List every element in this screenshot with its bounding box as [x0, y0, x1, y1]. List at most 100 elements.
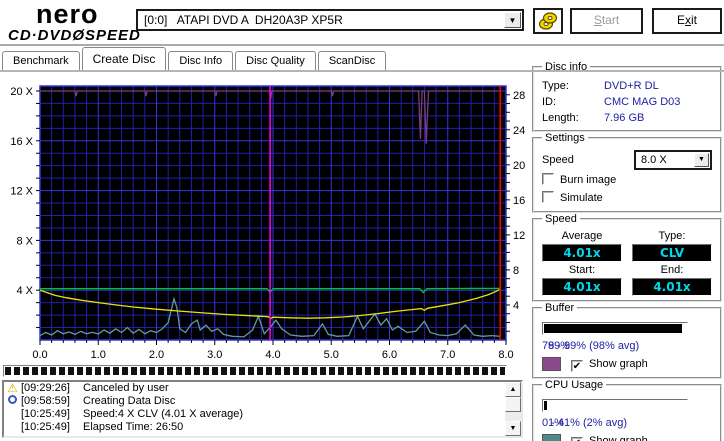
group-title: CPU Usage: [542, 379, 606, 391]
svg-text:1.0: 1.0: [91, 349, 106, 361]
svg-text:2.0: 2.0: [149, 349, 164, 361]
cpu-meter-fill: [544, 401, 547, 410]
start-speed-display: 4.01x: [542, 278, 622, 296]
chevron-down-icon[interactable]: ▼: [694, 153, 709, 167]
log-time: [10:25:49]: [21, 421, 83, 434]
svg-text:8: 8: [513, 265, 519, 277]
svg-text:8 X: 8 X: [16, 235, 33, 247]
cpu-usage-group: CPU Usage 1% 0 - 41% (2% avg) Show graph: [532, 384, 722, 441]
disc-id-label: ID:: [542, 94, 604, 110]
tab-scandisc[interactable]: ScanDisc: [318, 51, 386, 70]
svg-text:5.0: 5.0: [324, 349, 339, 361]
svg-text:3.0: 3.0: [207, 349, 222, 361]
write-progress-fill: [5, 367, 505, 375]
speed-select-value: 8.0 X: [636, 152, 694, 168]
simulate-label: Simulate: [560, 192, 603, 204]
header-divider: [0, 44, 724, 46]
log-text: Canceled by user: [83, 382, 169, 395]
chevron-down-icon[interactable]: ▼: [504, 12, 521, 28]
svg-text:4: 4: [513, 300, 519, 312]
svg-text:16: 16: [513, 195, 525, 207]
buffer-color-swatch: [542, 357, 561, 371]
tab-benchmark[interactable]: Benchmark: [2, 51, 80, 70]
eject-discs-button[interactable]: [533, 8, 563, 34]
status-log-list[interactable]: ⚠ [09:29:26] Canceled by user [09:58:59]…: [2, 380, 523, 438]
buffer-group: Buffer 99% 78 - 99% (98% avg) Show graph: [532, 307, 722, 379]
buffer-meter-fill: [544, 324, 682, 333]
buffer-show-graph-checkbox[interactable]: [571, 360, 583, 372]
average-label: Average: [542, 230, 622, 242]
end-speed-display: 4.01x: [632, 278, 712, 296]
group-title: Settings: [542, 132, 588, 144]
cpu-color-swatch: [542, 434, 561, 441]
disc-type-value: DVD+R DL: [604, 78, 659, 94]
speed-setting-label: Speed: [542, 152, 634, 168]
svg-text:4.0: 4.0: [265, 349, 280, 361]
log-scrollbar[interactable]: ▲ ▼: [505, 382, 521, 436]
log-text: Speed:4 X CLV (4.01 X average): [83, 408, 243, 421]
drive-select[interactable]: [0:0] ATAPI DVD A DH20A3P XP5R ▼: [136, 9, 524, 31]
log-text: Creating Data Disc: [83, 395, 175, 408]
log-time: [10:25:49]: [21, 408, 83, 421]
disc-length-value: 7.96 GB: [604, 110, 644, 126]
speed-select[interactable]: 8.0 X ▼: [634, 150, 712, 170]
log-row[interactable]: [10:25:49] Elapsed Time: 26:50: [4, 421, 521, 434]
settings-group: Settings Speed 8.0 X ▼ Burn image Simula…: [532, 137, 722, 213]
group-title: Speed: [542, 213, 580, 225]
write-progress-bar: [3, 365, 507, 377]
svg-text:24: 24: [513, 125, 525, 137]
disc-length-label: Length:: [542, 110, 604, 126]
cpu-meter: [542, 399, 688, 412]
tab-disc-quality[interactable]: Disc Quality: [235, 51, 316, 70]
svg-text:0.0: 0.0: [32, 349, 47, 361]
cpu-show-graph-checkbox[interactable]: [571, 437, 583, 441]
speed-type-display: CLV: [632, 244, 712, 262]
log-row[interactable]: [10:25:49] Speed:4 X CLV (4.01 X average…: [4, 408, 521, 421]
disc-info-group: Disc info Type:DVD+R DL ID:CMC MAG D03 L…: [532, 66, 722, 132]
svg-text:20: 20: [513, 160, 525, 172]
svg-text:12: 12: [513, 230, 525, 242]
log-time: [09:58:59]: [21, 395, 83, 408]
log-row[interactable]: [09:58:59] Creating Data Disc: [4, 395, 521, 408]
start-speed-label: Start:: [542, 264, 622, 276]
disc-status-icon: [8, 395, 17, 404]
exit-button[interactable]: Exit: [652, 8, 722, 34]
svg-text:20 X: 20 X: [10, 86, 33, 98]
buffer-meter: [542, 322, 688, 335]
cpu-range: 0 - 41% (2% avg): [542, 414, 712, 432]
scrollbar-thumb[interactable]: [505, 397, 521, 412]
side-panel: Disc info Type:DVD+R DL ID:CMC MAG D03 L…: [532, 66, 722, 441]
burn-speed-graph: 20 X 16 X 12 X 8 X 4 X 28 24 20 16 12 8 4 0.0 1.0 2.0 3…: [0, 72, 530, 364]
log-time: [09:29:26]: [21, 382, 83, 395]
discs-icon: [537, 11, 559, 31]
group-title: Buffer: [542, 302, 577, 314]
buffer-show-graph-label: Show graph: [589, 358, 648, 370]
scroll-down-icon[interactable]: ▼: [505, 421, 521, 436]
buffer-range: 78 - 99% (98% avg): [542, 337, 712, 355]
tab-bar: Benchmark Create Disc Disc Info Disc Qua…: [2, 48, 388, 70]
scroll-up-icon[interactable]: ▲: [505, 382, 521, 397]
svg-text:16 X: 16 X: [10, 136, 33, 148]
svg-text:4 X: 4 X: [16, 285, 33, 297]
tab-create-disc[interactable]: Create Disc: [82, 47, 167, 70]
log-text: Elapsed Time: 26:50: [83, 421, 183, 434]
svg-text:6.0: 6.0: [382, 349, 397, 361]
burn-image-checkbox[interactable]: [542, 173, 554, 185]
svg-text:8.0: 8.0: [498, 349, 513, 361]
drive-select-value: [0:0] ATAPI DVD A DH20A3P XP5R: [138, 13, 504, 27]
cpu-show-graph-label: Show graph: [589, 435, 648, 441]
simulate-checkbox[interactable]: [542, 191, 554, 203]
end-speed-label: End:: [632, 264, 712, 276]
type-label: Type:: [632, 230, 712, 242]
start-button[interactable]: Start: [570, 8, 643, 34]
disc-id-value: CMC MAG D03: [604, 94, 680, 110]
warning-icon: ⚠: [7, 381, 18, 395]
disc-type-label: Type:: [542, 78, 604, 94]
log-row[interactable]: ⚠ [09:29:26] Canceled by user: [4, 382, 521, 395]
svg-text:7.0: 7.0: [440, 349, 455, 361]
svg-text:28: 28: [513, 90, 525, 102]
tab-disc-info[interactable]: Disc Info: [168, 51, 233, 70]
svg-text:12 X: 12 X: [10, 186, 33, 198]
speed-group: Speed Average Type: 4.01x CLV Start: End…: [532, 218, 722, 302]
tab-panel-divider: [0, 70, 724, 72]
